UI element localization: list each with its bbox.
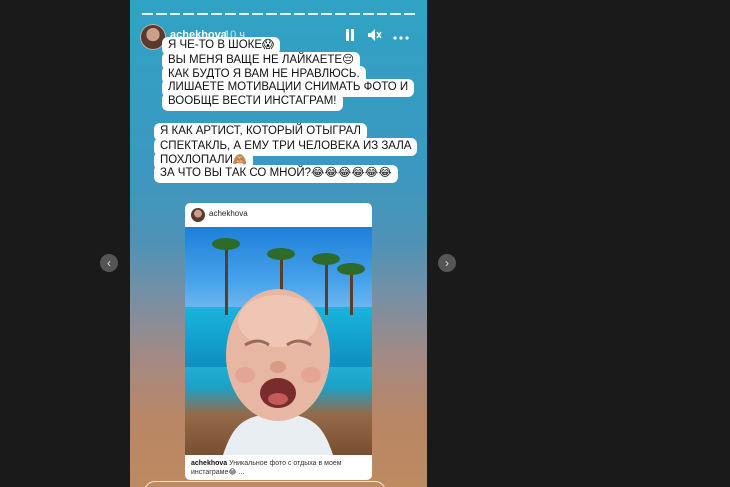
caption-username: achekhova <box>191 460 228 467</box>
crying-baby-image <box>223 289 333 455</box>
pause-icon[interactable] <box>345 28 355 44</box>
mute-icon[interactable] <box>368 28 382 44</box>
post-username: achekhova <box>209 209 248 218</box>
shared-post-card[interactable]: achekhova achekhova Уникальное фото с от… <box>185 203 372 480</box>
reply-input[interactable] <box>144 481 386 487</box>
post-avatar <box>191 208 205 222</box>
post-header: achekhova <box>185 203 372 227</box>
more-icon[interactable] <box>393 28 409 44</box>
story-viewer[interactable]: achekhova 10 ч Я ЧЕ-ТО В ШОКЕ😱 ВЫ МЕНЯ В… <box>130 0 427 487</box>
previous-story-button[interactable]: ‹ <box>100 254 118 272</box>
story-progress-bar <box>142 13 415 15</box>
story-text-line: ВООБЩЕ ВЕСТИ ИНСТАГРАМ! <box>162 93 343 111</box>
post-image <box>185 227 372 455</box>
story-text-line: ЗА ЧТО ВЫ ТАК СО МНОЙ?😂😂😂😂😂😂 <box>154 165 398 183</box>
next-story-button[interactable]: › <box>438 254 456 272</box>
post-caption: achekhova Уникальное фото с отдыха в мое… <box>191 459 366 477</box>
